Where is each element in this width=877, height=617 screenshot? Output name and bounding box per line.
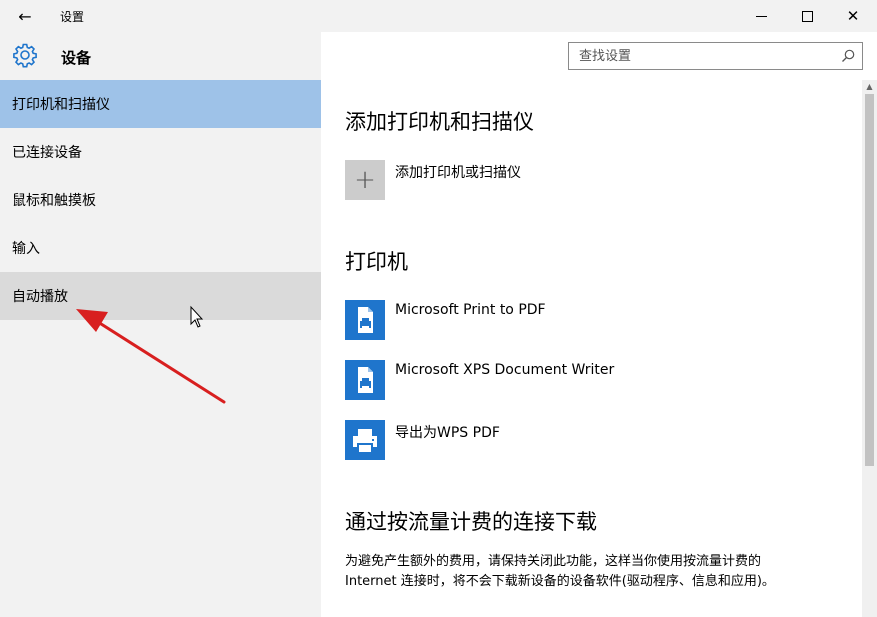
scroll-up-icon[interactable]: ▲ xyxy=(862,80,877,92)
printer-name[interactable]: Microsoft XPS Document Writer xyxy=(395,362,614,378)
search-icon[interactable] xyxy=(840,48,856,64)
printer-tile[interactable] xyxy=(345,300,385,340)
main-content: 添加打印机和扫描仪 + 添加打印机或扫描仪 打印机 Microsoft Prin… xyxy=(321,80,877,617)
add-printer-button[interactable]: + xyxy=(345,160,385,200)
back-arrow-icon: ← xyxy=(18,6,32,26)
gear-icon xyxy=(13,43,37,68)
plus-icon: + xyxy=(354,165,376,195)
vertical-scrollbar[interactable]: ▲ xyxy=(862,80,877,617)
sidebar-header: 设备 xyxy=(0,32,321,80)
title-bar: ← 设置 ✕ xyxy=(0,0,877,32)
sidebar-item-label: 打印机和扫描仪 xyxy=(12,97,110,113)
search-input[interactable] xyxy=(569,43,834,69)
sidebar-item-printers-scanners[interactable]: 打印机和扫描仪 xyxy=(0,80,321,128)
heading-add-printers: 添加打印机和扫描仪 xyxy=(345,110,534,134)
printer-name[interactable]: 导出为WPS PDF xyxy=(395,422,500,442)
sidebar-item-label: 鼠标和触摸板 xyxy=(12,193,96,209)
sidebar: 设备 打印机和扫描仪 已连接设备 鼠标和触摸板 输入 自动播放 xyxy=(0,32,321,617)
window-title: 设置 xyxy=(60,10,85,24)
printer-document-icon xyxy=(358,367,373,393)
printer-tile[interactable] xyxy=(345,360,385,400)
sidebar-item-label: 输入 xyxy=(12,241,40,257)
sidebar-title: 设备 xyxy=(61,49,92,67)
close-button[interactable]: ✕ xyxy=(832,0,874,32)
printer-icon xyxy=(353,429,377,452)
metered-description: 为避免产生额外的费用，请保持关闭此功能，这样当你使用按流量计费的 Interne… xyxy=(345,554,775,589)
close-icon: ✕ xyxy=(846,7,860,25)
sidebar-item-autoplay[interactable]: 自动播放 xyxy=(0,272,321,320)
maximize-icon xyxy=(801,10,813,22)
printer-name[interactable]: Microsoft Print to PDF xyxy=(395,302,546,318)
search-box[interactable] xyxy=(568,42,863,70)
minimize-button[interactable] xyxy=(740,0,782,32)
sidebar-item-label: 已连接设备 xyxy=(12,145,82,161)
printer-tile[interactable] xyxy=(345,420,385,460)
scroll-thumb[interactable] xyxy=(865,94,874,466)
minimize-icon xyxy=(755,15,767,17)
maximize-button[interactable] xyxy=(786,0,828,32)
sidebar-item-label: 自动播放 xyxy=(12,289,68,305)
back-button[interactable]: ← xyxy=(8,4,42,28)
heading-metered-download: 通过按流量计费的连接下载 xyxy=(345,510,597,534)
add-printer-label[interactable]: 添加打印机或扫描仪 xyxy=(395,162,521,182)
sidebar-item-mouse-touchpad[interactable]: 鼠标和触摸板 xyxy=(0,176,321,224)
sidebar-item-connected-devices[interactable]: 已连接设备 xyxy=(0,128,321,176)
printer-document-icon xyxy=(358,307,373,333)
heading-printers: 打印机 xyxy=(345,250,408,274)
sidebar-item-typing[interactable]: 输入 xyxy=(0,224,321,272)
